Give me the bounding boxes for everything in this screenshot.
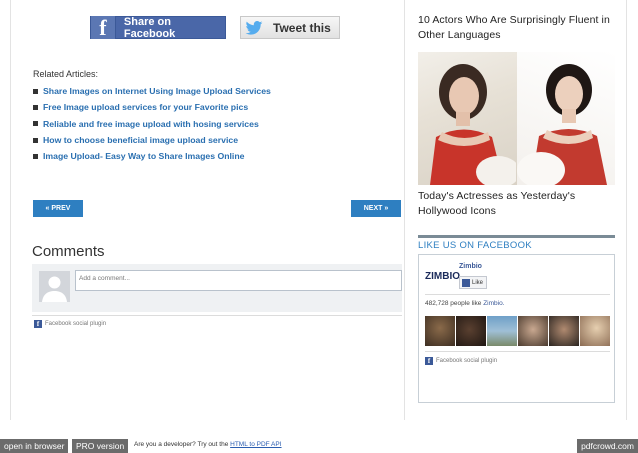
fan-avatar[interactable]: [425, 316, 455, 346]
bullet-icon: [33, 88, 38, 94]
related-article-link[interactable]: Free Image upload services for your Favo…: [33, 99, 271, 115]
pro-version-button[interactable]: PRO version: [72, 439, 129, 453]
actress-photo-left: [418, 52, 520, 185]
related-article-title: How to choose beneficial image upload se…: [43, 135, 239, 146]
sidebar-article-title[interactable]: 10 Actors Who Are Surprisingly Fluent in…: [418, 13, 618, 43]
related-article-link[interactable]: Share Images on Internet Using Image Upl…: [33, 83, 271, 99]
html-to-pdf-api-link[interactable]: HTML to PDF API: [230, 441, 281, 448]
facebook-social-plugin-credit: f Facebook social plugin: [34, 320, 106, 328]
related-article-title: Reliable and free image upload with hosi…: [43, 118, 259, 129]
page-name-link[interactable]: Zimbio: [459, 263, 482, 270]
related-articles-label: Related Articles:: [33, 69, 99, 79]
related-article-title: Share Images on Internet Using Image Upl…: [43, 86, 271, 97]
fan-avatar[interactable]: [580, 316, 610, 346]
divider: [425, 294, 610, 295]
divider: [32, 315, 402, 316]
facebook-icon: f: [34, 320, 42, 328]
avatar: [39, 271, 70, 302]
facebook-icon: f: [425, 357, 433, 365]
like-button-label: Like: [472, 279, 484, 286]
pdfcrowd-footer: open in browser PRO version Are you a de…: [0, 439, 638, 453]
related-article-title: Image Upload- Easy Way to Share Images O…: [43, 151, 245, 162]
fan-avatar[interactable]: [456, 316, 486, 346]
comments-heading: Comments: [32, 243, 105, 260]
next-button[interactable]: NEXT »: [351, 200, 401, 217]
plugin-label: Facebook social plugin: [45, 321, 107, 327]
page-right-border: [626, 0, 627, 420]
facebook-icon: f: [91, 15, 116, 40]
article-thumbnail[interactable]: [418, 52, 615, 185]
prev-button[interactable]: « PREV: [33, 200, 83, 217]
page-link[interactable]: Zimbio.: [483, 300, 504, 307]
pdfcrowd-brand-button[interactable]: pdfcrowd.com: [577, 439, 638, 453]
bullet-icon: [33, 137, 38, 143]
actress-photo-right: [516, 52, 615, 185]
plugin-label: Facebook social plugin: [436, 358, 498, 364]
content-left-border: [10, 0, 11, 420]
bullet-icon: [33, 121, 38, 127]
fan-avatar[interactable]: [487, 316, 517, 346]
comment-input[interactable]: Add a comment...: [75, 270, 402, 291]
related-articles-list: Share Images on Internet Using Image Upl…: [33, 83, 271, 164]
thumbs-up-icon: [462, 278, 470, 287]
facebook-social-plugin-credit: f Facebook social plugin: [425, 357, 497, 365]
related-article-link[interactable]: Image Upload- Easy Way to Share Images O…: [33, 148, 271, 164]
share-on-facebook-button[interactable]: f Share on Facebook: [90, 15, 226, 40]
like-button[interactable]: Like: [459, 276, 487, 289]
divider: [425, 351, 610, 352]
comment-composer: Add a comment...: [32, 264, 402, 312]
developer-promo: Are you a developer? Try out the HTML to…: [134, 441, 282, 448]
content-right-border: [404, 0, 405, 420]
like-section-divider: [418, 235, 615, 238]
fan-avatar[interactable]: [518, 316, 548, 346]
like-count-text: 482,728 people like: [425, 300, 482, 307]
bullet-icon: [33, 104, 38, 110]
developer-promo-text: Are you a developer? Try out the: [134, 441, 229, 448]
bullet-icon: [33, 153, 38, 159]
related-article-link[interactable]: How to choose beneficial image upload se…: [33, 132, 271, 148]
related-article-title: Free Image upload services for your Favo…: [43, 102, 249, 113]
fan-faces: [425, 316, 610, 346]
facebook-like-box: ZIMBIO Zimbio Like 482,728 people like Z…: [418, 254, 615, 403]
tweet-this-label: Tweet this: [273, 20, 331, 35]
related-article-link[interactable]: Reliable and free image upload with hosi…: [33, 116, 271, 132]
sidebar-article-title[interactable]: Today's Actresses as Yesterday's Hollywo…: [418, 189, 618, 219]
open-in-browser-button[interactable]: open in browser: [0, 439, 69, 453]
fan-avatar[interactable]: [549, 316, 579, 346]
tweet-this-button[interactable]: Tweet this: [240, 16, 340, 39]
like-count: 482,728 people like Zimbio.: [425, 300, 505, 307]
twitter-bird-icon: [241, 20, 267, 35]
like-us-heading: LIKE US ON FACEBOOK: [418, 240, 532, 251]
share-facebook-label: Share on Facebook: [123, 15, 176, 40]
zimbio-logo[interactable]: ZIMBIO: [425, 271, 460, 282]
